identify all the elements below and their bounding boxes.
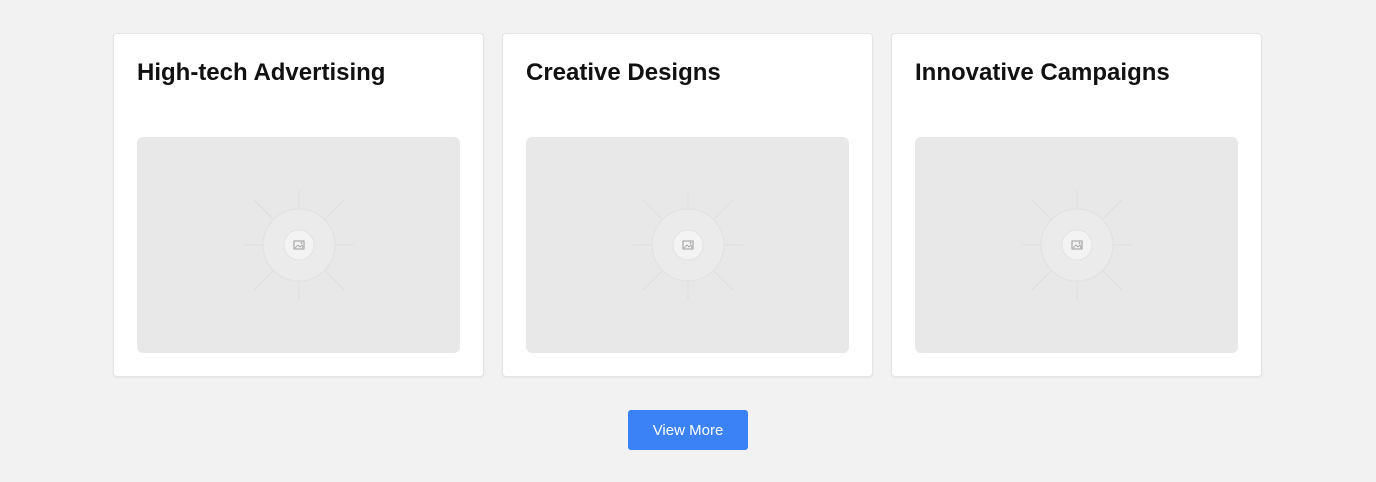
card: Creative Designs	[502, 33, 873, 377]
card: High-tech Advertising	[113, 33, 484, 377]
card-title: High-tech Advertising	[137, 59, 386, 86]
image-placeholder-icon	[632, 190, 743, 300]
card-grid: High-tech Advertising Creative Designs I…	[113, 33, 1262, 377]
image-placeholder-icon	[1021, 190, 1132, 300]
view-more-button[interactable]: View More	[628, 410, 748, 450]
actions-row: View More	[628, 410, 748, 450]
card-title: Creative Designs	[526, 59, 721, 86]
card-image-placeholder	[137, 137, 460, 353]
card-title: Innovative Campaigns	[915, 59, 1170, 86]
image-placeholder-icon	[243, 190, 354, 300]
card-image-placeholder	[526, 137, 849, 353]
card-image-placeholder	[915, 137, 1238, 353]
card: Innovative Campaigns	[891, 33, 1262, 377]
